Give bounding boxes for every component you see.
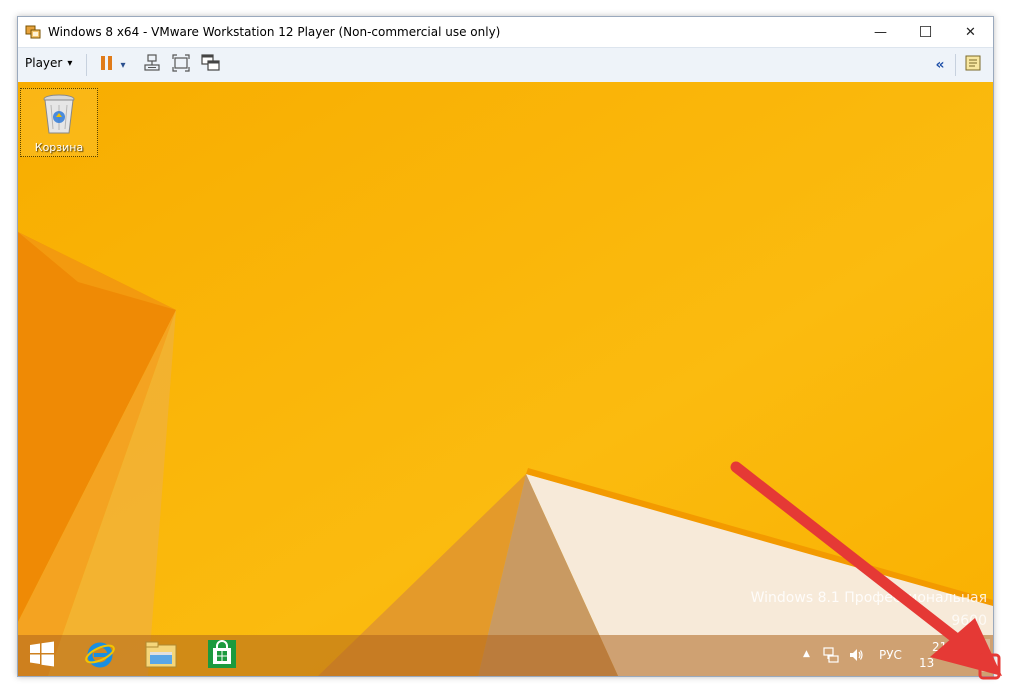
pause-button[interactable]: ▾ bbox=[95, 55, 131, 75]
fullscreen-icon bbox=[172, 54, 190, 76]
toolbar-divider bbox=[955, 54, 956, 76]
pause-icon bbox=[100, 55, 114, 75]
maximize-icon: ☐ bbox=[918, 23, 933, 41]
send-ctrl-alt-del-button[interactable] bbox=[142, 54, 162, 76]
folder-icon bbox=[144, 639, 178, 673]
close-button[interactable]: ✕ bbox=[948, 17, 993, 47]
double-chevron-left-icon: « bbox=[935, 57, 945, 73]
taskbar: ▲ РУС 21 13 bbox=[18, 635, 993, 676]
start-button[interactable] bbox=[24, 638, 60, 674]
volume-icon[interactable] bbox=[848, 647, 864, 667]
collapse-library-button[interactable]: « bbox=[930, 55, 950, 75]
windows-logo-icon bbox=[29, 641, 55, 671]
vmware-player-window: Windows 8 x64 - VMware Workstation 12 Pl… bbox=[17, 16, 994, 677]
chevron-down-icon: ▾ bbox=[67, 57, 73, 69]
windows-edition-watermark: Windows 8.1 Профессиональная bbox=[750, 590, 987, 606]
internet-explorer-icon bbox=[84, 638, 116, 674]
show-hidden-icons-button[interactable]: ▲ bbox=[803, 649, 810, 659]
player-menu-button[interactable]: Player ▾ bbox=[25, 56, 72, 70]
network-keyboard-icon bbox=[143, 54, 161, 76]
store-bag-icon bbox=[206, 638, 238, 674]
recycle-bin-icon bbox=[41, 93, 77, 139]
unity-mode-button[interactable] bbox=[201, 54, 221, 76]
notes-button[interactable] bbox=[963, 55, 983, 75]
window-title: Windows 8 x64 - VMware Workstation 12 Pl… bbox=[48, 25, 501, 39]
taskbar-store[interactable] bbox=[204, 638, 240, 674]
chevron-down-icon: ▾ bbox=[120, 59, 126, 71]
close-icon: ✕ bbox=[965, 24, 976, 40]
network-icon[interactable] bbox=[823, 647, 839, 667]
taskbar-internet-explorer[interactable] bbox=[82, 638, 118, 674]
recycle-bin-label: Корзина bbox=[34, 141, 84, 154]
minimize-button[interactable]: — bbox=[858, 17, 903, 47]
fit-guest-button[interactable] bbox=[171, 54, 191, 76]
notepad-icon bbox=[964, 54, 982, 76]
clock-time[interactable]: 21 bbox=[932, 640, 947, 654]
taskbar-file-explorer[interactable] bbox=[143, 638, 179, 674]
minimize-icon: — bbox=[874, 24, 887, 40]
player-toolbar: Player ▾ ▾ « bbox=[18, 47, 993, 83]
input-language-indicator[interactable]: РУС bbox=[879, 648, 902, 662]
vmware-app-icon bbox=[25, 24, 42, 41]
player-menu-label: Player bbox=[25, 56, 63, 70]
desktop-wallpaper bbox=[18, 82, 993, 676]
windows-build-watermark: 9600 bbox=[951, 613, 987, 629]
show-desktop-button[interactable] bbox=[979, 639, 990, 672]
unity-windows-icon bbox=[201, 54, 221, 76]
clock-date[interactable]: 13 bbox=[919, 656, 934, 670]
toolbar-divider bbox=[86, 54, 87, 76]
maximize-button[interactable]: ☐ bbox=[903, 17, 948, 47]
recycle-bin-shortcut[interactable]: Корзина bbox=[20, 88, 98, 157]
guest-desktop[interactable]: Корзина Windows 8.1 Профессиональная 960… bbox=[18, 82, 993, 676]
title-bar: Windows 8 x64 - VMware Workstation 12 Pl… bbox=[18, 17, 993, 47]
